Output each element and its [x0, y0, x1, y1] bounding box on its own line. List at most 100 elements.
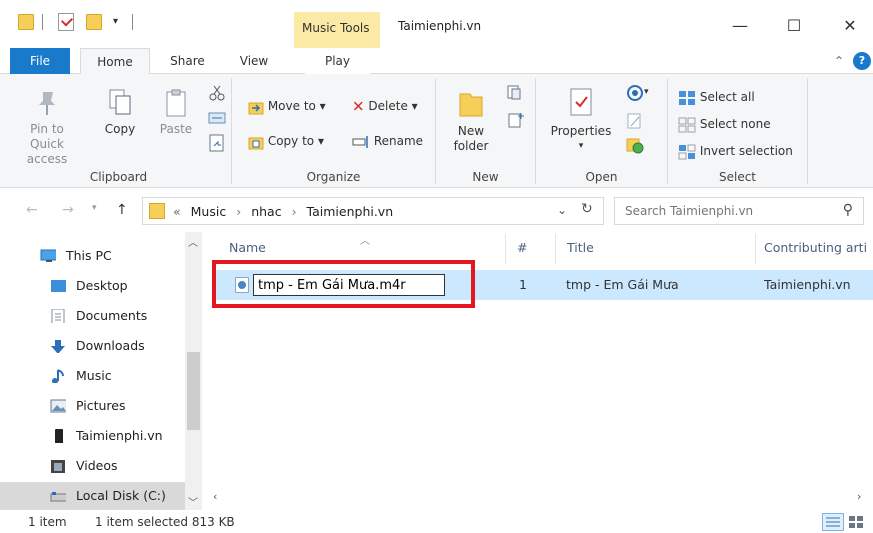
scroll-right-icon[interactable]: › [857, 490, 861, 503]
nav-item-documents[interactable]: Documents [0, 302, 185, 330]
rename-label: Rename [373, 134, 424, 148]
select-group-label: Select [718, 170, 757, 184]
nav-item-downloads[interactable]: Downloads [0, 332, 185, 360]
tab-home[interactable]: Home [80, 48, 150, 75]
easy-access-icon[interactable] [506, 112, 528, 133]
details-view-icon[interactable] [822, 513, 844, 531]
breadcrumb-item-nhac[interactable]: nhac [251, 204, 281, 219]
recent-locations-icon[interactable]: ▾ [92, 203, 97, 213]
pin-to-quick-access-button[interactable]: Pin to Quick access [12, 88, 82, 167]
back-arrow-icon[interactable]: ← [26, 202, 38, 218]
column-divider[interactable] [505, 234, 506, 264]
nav-label: Local Disk (C:) [76, 488, 166, 503]
cut-icon[interactable] [208, 84, 226, 105]
copy-to-label: Copy to ▾ [267, 134, 324, 148]
chevron-up-icon[interactable]: ⌃ [834, 54, 844, 68]
status-bar: 1 item 1 item selected 813 KB [0, 510, 873, 533]
tab-view[interactable]: View [228, 48, 280, 74]
nav-item-pictures[interactable]: Pictures [0, 392, 185, 420]
scroll-up-icon[interactable]: ︿ [188, 234, 198, 249]
new-folder-button[interactable]: New folder [448, 86, 494, 154]
window-title: Taimienphi.vn [398, 19, 482, 33]
column-divider[interactable] [555, 234, 556, 264]
large-icons-view-icon[interactable] [848, 514, 864, 530]
title-bar: ▾ Music Tools Taimienphi.vn — ☐ ✕ [0, 0, 873, 48]
up-arrow-icon[interactable]: ↑ [116, 202, 128, 218]
new-folder-label-line1: New [457, 124, 485, 138]
folder-icon [18, 14, 34, 30]
sort-ascending-icon: ︿ [360, 236, 370, 247]
search-icon[interactable]: ⚲ [843, 202, 853, 218]
forward-arrow-icon[interactable]: → [62, 202, 74, 218]
rename-button[interactable]: Rename [352, 130, 423, 152]
documents-icon [51, 309, 65, 323]
select-none-button[interactable]: Select none [678, 113, 771, 135]
quick-access-dropdown-icon[interactable]: ▾ [113, 16, 123, 30]
nav-item-music[interactable]: Music [0, 362, 185, 390]
select-all-button[interactable]: Select all [678, 86, 755, 108]
help-icon[interactable]: ? [853, 52, 871, 70]
open-icon[interactable]: ▾ [626, 84, 652, 105]
nav-item-local-disk[interactable]: Local Disk (C:) [0, 482, 185, 510]
nav-label: Desktop [76, 278, 128, 293]
nav-label: Videos [76, 458, 118, 473]
breadcrumb-overflow[interactable]: « [173, 204, 181, 219]
nav-item-this-pc[interactable]: This PC [0, 242, 185, 270]
organize-group: Move to ▾ Copy to ▾ ✕ Delete ▾ Rename Or… [232, 78, 436, 184]
column-header-number[interactable]: # [517, 240, 527, 255]
move-to-button[interactable]: Move to ▾ [248, 95, 326, 117]
maximize-button[interactable]: ☐ [778, 12, 810, 40]
organize-group-label: Organize [306, 170, 361, 184]
refresh-icon[interactable]: ↻ [581, 201, 593, 217]
rename-icon [352, 135, 368, 148]
column-divider[interactable] [755, 234, 756, 264]
music-note-icon [52, 369, 64, 383]
nav-scroll-thumb[interactable] [187, 352, 200, 430]
minimize-button[interactable]: — [724, 12, 756, 40]
tab-share[interactable]: Share [160, 48, 215, 74]
nav-scrollbar[interactable]: ︿ ﹀ [185, 232, 202, 510]
paste-shortcut-icon[interactable] [208, 134, 226, 155]
copy-button[interactable]: Copy [100, 88, 140, 137]
properties-check-icon[interactable] [58, 13, 74, 31]
delete-button[interactable]: ✕ Delete ▾ [352, 95, 418, 117]
tab-file[interactable]: File [10, 48, 70, 74]
invert-selection-icon [678, 144, 696, 159]
nav-item-taimienphi[interactable]: Taimienphi.vn [0, 422, 185, 450]
nav-item-desktop[interactable]: Desktop [0, 272, 185, 300]
close-button[interactable]: ✕ [834, 12, 866, 40]
new-group-label: New [472, 170, 499, 184]
copy-path-icon[interactable] [208, 110, 226, 129]
status-selection: 1 item selected 813 KB [95, 515, 235, 529]
invert-selection-button[interactable]: Invert selection [678, 140, 793, 162]
scroll-left-icon[interactable]: ‹ [213, 490, 217, 503]
chevron-down-icon[interactable]: ⌄ [557, 203, 567, 217]
address-bar[interactable]: « Music › nhac › Taimienphi.vn ⌄ ↻ [142, 197, 604, 225]
monitor-icon [40, 249, 56, 262]
ribbon: Pin to Quick access Copy Paste Clipboard… [0, 74, 873, 188]
scroll-down-icon[interactable]: ﹀ [188, 494, 198, 509]
history-icon[interactable] [626, 136, 644, 157]
edit-icon[interactable] [626, 112, 644, 133]
copy-folder-icon [248, 137, 264, 149]
nav-item-videos[interactable]: Videos [0, 452, 185, 480]
download-arrow-icon [51, 340, 65, 353]
column-header-artist[interactable]: Contributing arti [764, 240, 867, 255]
column-header-title[interactable]: Title [567, 240, 594, 255]
copy-to-button[interactable]: Copy to ▾ [248, 130, 324, 152]
breadcrumb-item-music[interactable]: Music [191, 204, 227, 219]
paste-button[interactable]: Paste [154, 88, 198, 137]
properties-button[interactable]: Properties ▾ [546, 86, 616, 154]
navigation-pane: This PC Desktop Documents Downloads Musi… [0, 232, 205, 510]
tab-play[interactable]: Play [305, 48, 370, 74]
new-folder-quick-icon[interactable] [86, 14, 102, 30]
pin-label-line2: access [26, 152, 68, 166]
paste-label: Paste [159, 122, 193, 136]
breadcrumb-item-taimienphi[interactable]: Taimienphi.vn [307, 204, 394, 219]
column-header-name[interactable]: Name [229, 240, 266, 255]
horizontal-scrollbar[interactable]: ‹ › [205, 488, 873, 508]
search-box[interactable]: ⚲ [614, 197, 864, 225]
select-all-icon [679, 90, 695, 105]
search-input[interactable] [625, 202, 825, 220]
new-item-icon[interactable] [506, 84, 528, 105]
